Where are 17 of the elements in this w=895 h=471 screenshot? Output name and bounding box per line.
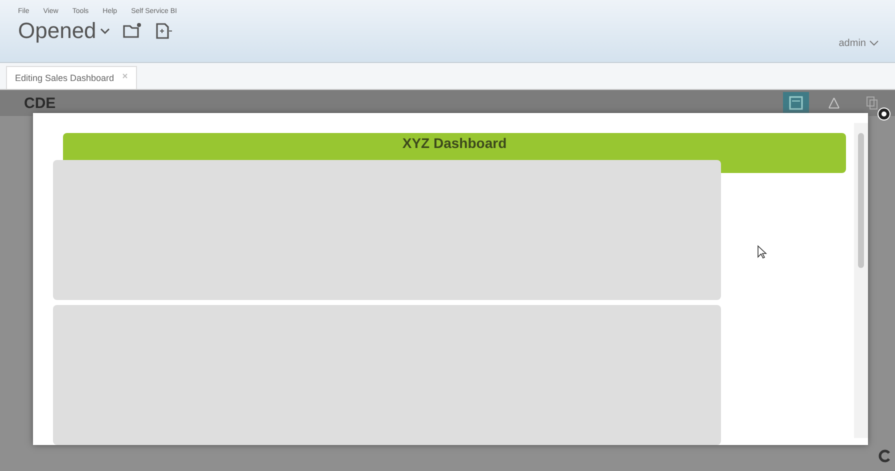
app-logo: CDE [24,94,56,112]
scrollbar[interactable] [854,123,868,438]
perspective-dropdown[interactable]: Opened [18,18,110,44]
caret-icon [100,28,110,34]
layout-icon [789,96,803,110]
scroll-thumb[interactable] [858,133,864,268]
refresh-icon[interactable] [878,449,892,463]
view-toggle[interactable] [783,92,809,114]
user-menu[interactable]: admin [832,36,885,50]
editor-tab[interactable]: Editing Sales Dashboard [6,66,138,89]
new-file-icon[interactable] [154,22,174,40]
dashboard-heading: XYZ Dashboard [402,135,507,153]
copy-icon [865,96,879,110]
caret-icon [869,40,879,46]
network-icon [827,96,841,110]
cursor-icon [757,245,767,259]
folder-icon[interactable] [122,22,142,40]
